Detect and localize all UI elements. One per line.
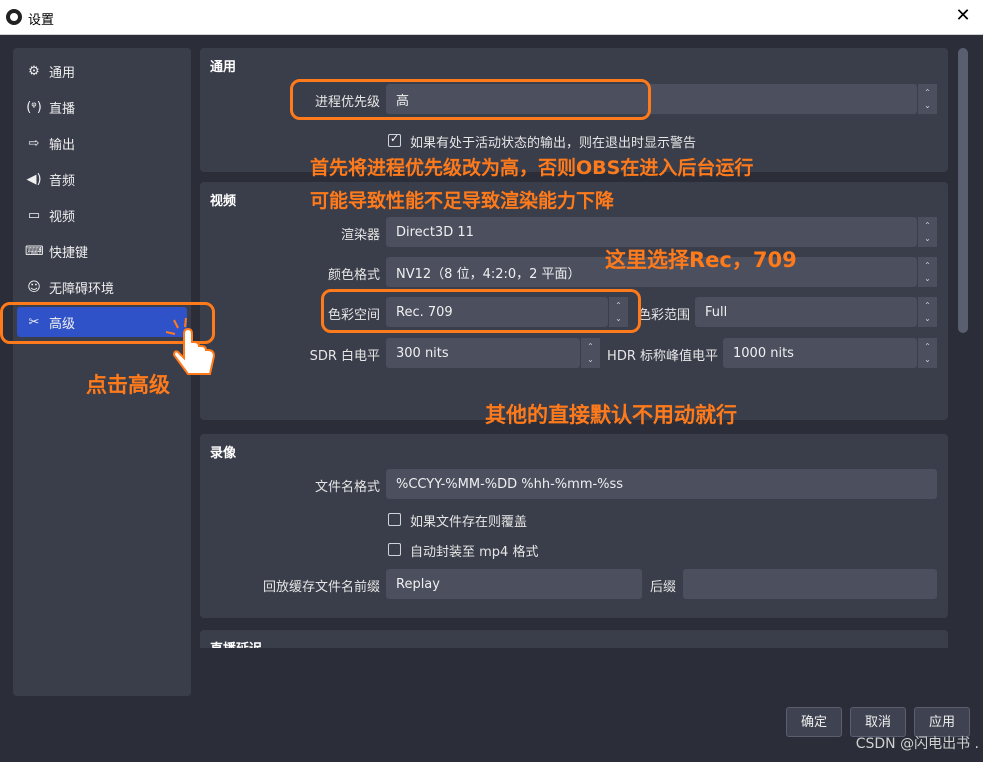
suffix-label: 后缀	[649, 580, 676, 595]
filename-format-label: 文件名格式	[314, 480, 380, 495]
sidebar-item-label: 直播	[49, 101, 76, 117]
general-group-title: 通用	[210, 60, 237, 75]
annotation-defaults: 其他的直接默认不用动就行	[485, 403, 737, 427]
color-space-highlight-box	[321, 289, 641, 333]
chevron-updown-icon[interactable]: ⌃ ⌄	[917, 297, 937, 327]
sidebar-item-video[interactable]: ▭ 视频	[17, 200, 187, 230]
warn-on-exit-checkbox[interactable]	[388, 132, 401, 147]
obs-logo-icon	[6, 9, 22, 25]
output-icon: ⇨	[28, 135, 40, 151]
sidebar-item-output[interactable]: ⇨ 输出	[17, 128, 187, 158]
keyboard-icon: ⌨	[25, 243, 44, 259]
csdn-watermark: CSDN @闪电出书 .	[855, 736, 979, 752]
recording-group-title: 录像	[210, 446, 237, 461]
suffix-input[interactable]	[683, 569, 937, 599]
window-titlebar: 设置 ✕	[0, 0, 983, 35]
hdr-peak-stepper[interactable]: 1000 nits	[723, 338, 917, 368]
priority-highlight-box	[290, 79, 651, 120]
settings-content: 通用 进程优先级 高 ⌃⌄ 如果有处于活动状态的输出，则在退出时显示警告 视频 …	[200, 48, 948, 648]
renderer-select[interactable]: Direct3D 11	[386, 217, 917, 247]
sidebar-item-hotkeys[interactable]: ⌨ 快捷键	[17, 236, 187, 266]
sdr-white-label: SDR 白电平	[309, 349, 380, 364]
renderer-label: 渲染器	[340, 228, 380, 243]
overwrite-checkbox[interactable]	[388, 513, 401, 526]
sidebar-item-stream[interactable]: (ᵠ) 直播	[17, 92, 187, 122]
annotation-rec709: 这里选择Rec，709	[605, 248, 797, 272]
annotation-priority-line1: 首先将进程优先级改为高，否则OBS在进入后台运行	[310, 157, 754, 179]
color-format-label: 颜色格式	[327, 268, 380, 283]
close-icon[interactable]: ✕	[951, 5, 975, 27]
sidebar-item-label: 通用	[49, 65, 76, 81]
gear-icon: ⚙	[28, 63, 40, 79]
chevron-updown-icon[interactable]: ⌃ ⌄	[917, 257, 937, 287]
sidebar-item-label: 无障碍环境	[49, 281, 115, 297]
annotation-priority-line2: 可能导致性能不足导致渲染能力下降	[310, 190, 615, 212]
speaker-icon: ◀)	[26, 171, 42, 187]
filename-format-input[interactable]: %CCYY-%MM-%DD %hh-%mm-%ss	[386, 469, 937, 499]
annotation-click-advanced: 点击高级	[86, 373, 170, 397]
sidebar-item-accessibility[interactable]: ☺ 无障碍环境	[17, 272, 187, 302]
monitor-icon: ▭	[27, 207, 41, 223]
sidebar-item-label: 快捷键	[49, 245, 89, 261]
video-group-title: 视频	[210, 194, 237, 209]
sdr-white-stepper[interactable]: 300 nits	[386, 338, 580, 368]
sidebar-item-label: 音频	[49, 173, 76, 189]
hdr-peak-label: HDR 标称峰值电平	[607, 349, 718, 364]
accessibility-icon: ☺	[27, 279, 41, 295]
antenna-icon: (ᵠ)	[26, 99, 42, 115]
color-range-select[interactable]: Full	[695, 297, 917, 327]
ok-button[interactable]: 确定	[786, 707, 842, 737]
settings-scrollbar[interactable]	[958, 48, 968, 333]
replay-prefix-input[interactable]: Replay	[386, 569, 642, 599]
recording-group: 录像 文件名格式 %CCYY-%MM-%DD %hh-%mm-%ss 如果文件存…	[200, 434, 948, 618]
stepper-arrows-icon[interactable]: ⌃ ⌄	[580, 338, 600, 368]
sidebar-item-label: 视频	[49, 209, 76, 225]
sidebar-item-audio[interactable]: ◀) 音频	[17, 164, 187, 194]
overwrite-label: 如果文件存在则覆盖	[410, 515, 528, 530]
sidebar-item-label: 输出	[49, 137, 76, 153]
stepper-arrows-icon[interactable]: ⌃ ⌄	[917, 338, 937, 368]
chevron-updown-icon[interactable]: ⌃ ⌄	[917, 84, 937, 114]
warn-on-exit-label: 如果有处于活动状态的输出，则在退出时显示警告	[410, 136, 697, 151]
chevron-updown-icon[interactable]: ⌃ ⌄	[917, 217, 937, 247]
replay-prefix-label: 回放缓存文件名前缀	[262, 580, 380, 595]
remux-checkbox[interactable]	[388, 543, 401, 556]
stream-delay-group: 直播延迟	[200, 630, 948, 648]
stream-delay-group-title: 直播延迟	[210, 638, 262, 648]
sidebar-item-general[interactable]: ⚙ 通用	[17, 56, 187, 86]
window-title: 设置	[28, 13, 55, 28]
color-range-label: 色彩范围	[637, 308, 690, 323]
remux-label: 自动封装至 mp4 格式	[410, 545, 539, 560]
hand-cursor-icon	[166, 318, 216, 375]
